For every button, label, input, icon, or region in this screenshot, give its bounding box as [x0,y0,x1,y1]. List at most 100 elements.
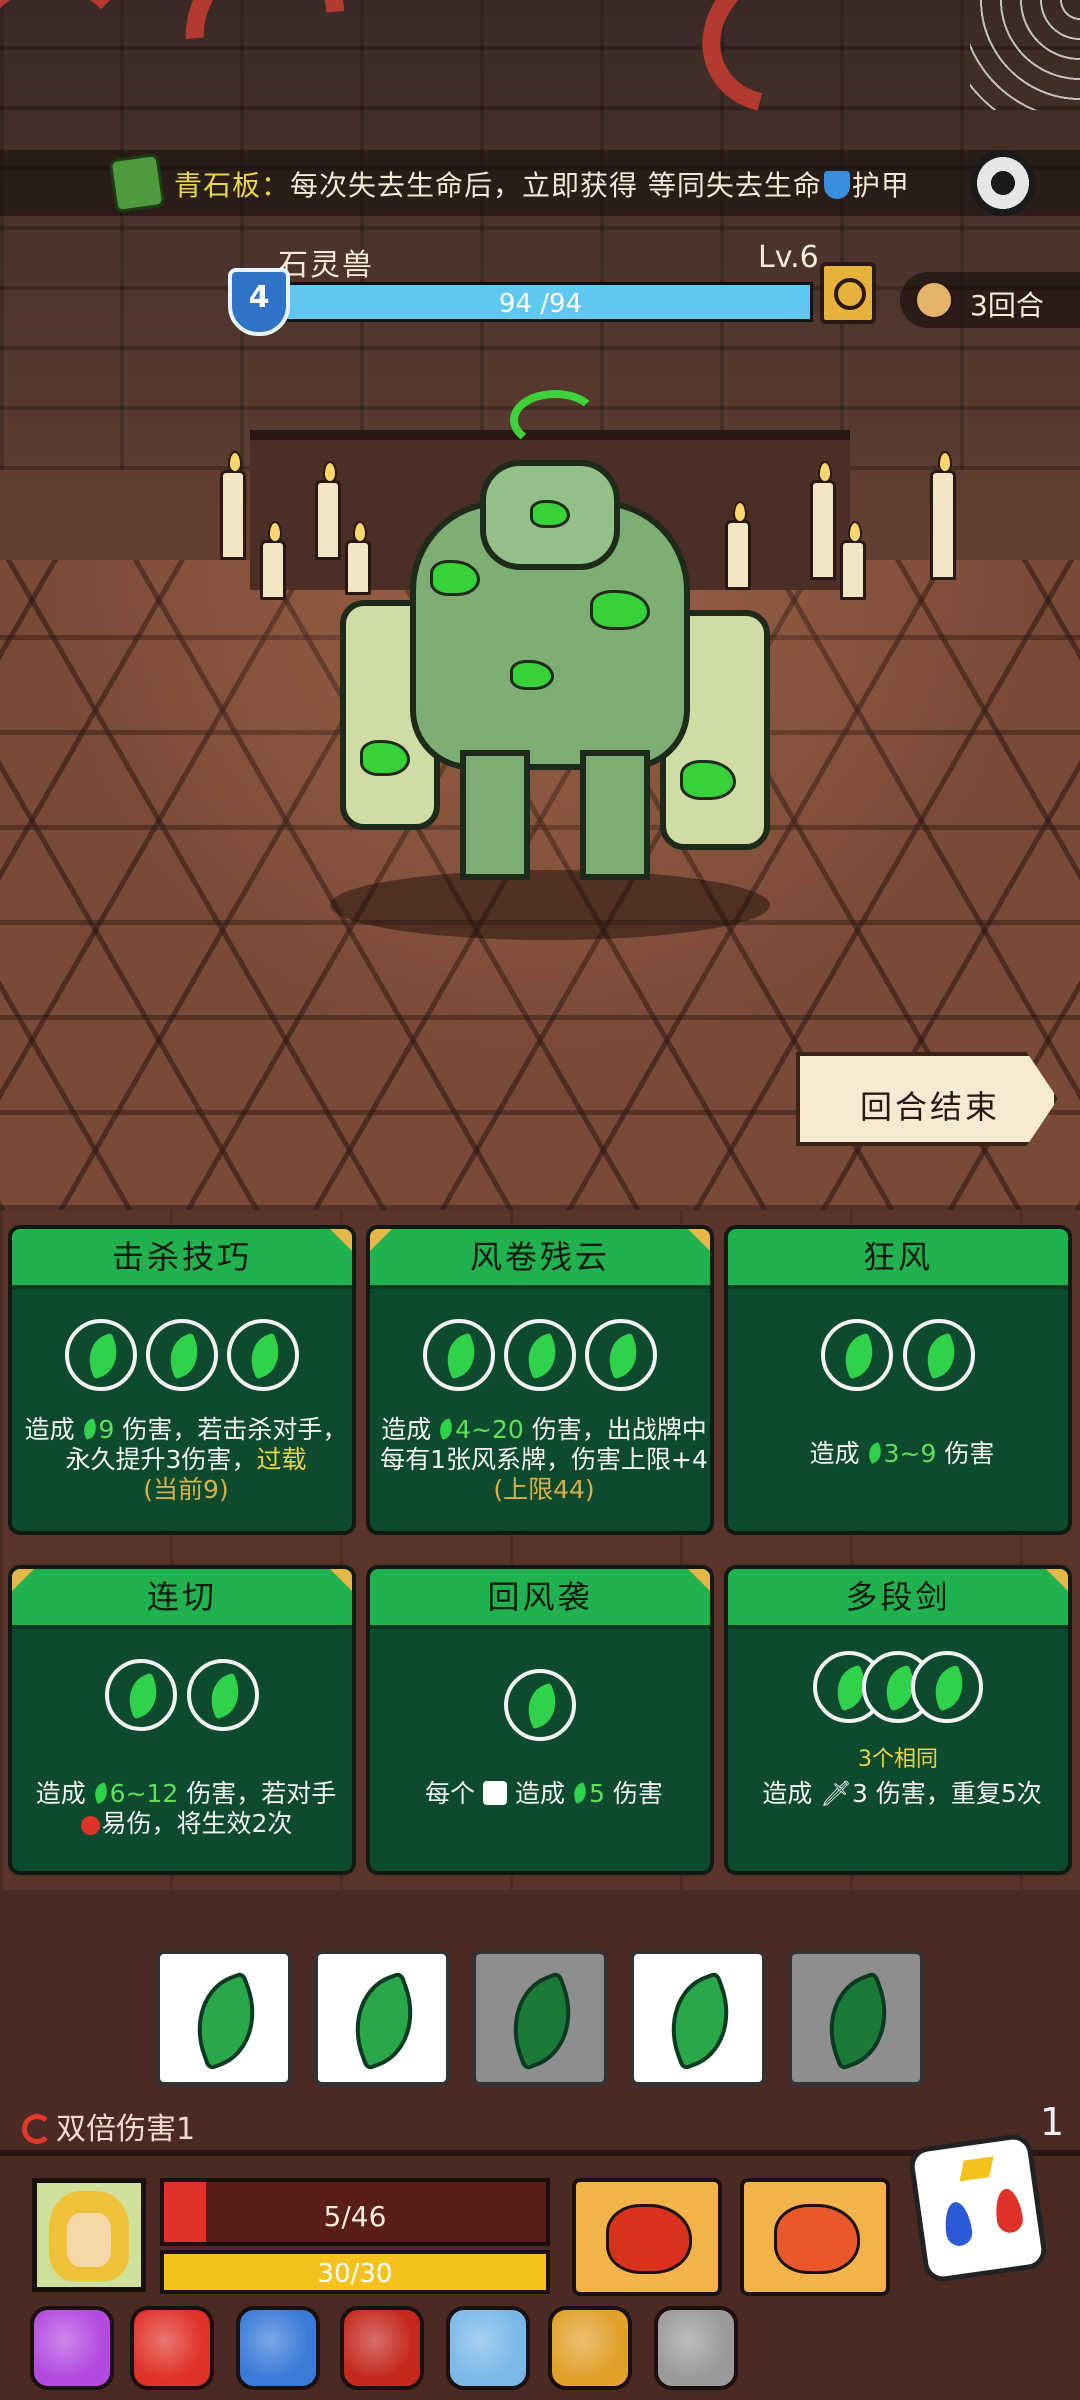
fire-blast-skill-button[interactable] [740,2178,890,2296]
card-header: 击杀技巧 [12,1229,352,1289]
dice-slot[interactable] [504,1669,576,1741]
desc-text: 造成 [809,1439,860,1468]
elemental-dice-icon[interactable] [907,2132,1049,2284]
dice-slot[interactable] [64,1319,137,1391]
enemy-hp-bar: 94 /94 [268,282,813,322]
desc-text: 造成 [24,1415,75,1444]
wind-die-used[interactable] [472,1950,608,2086]
blue-crystal-icon[interactable] [236,2306,320,2390]
relic-info-bar: 青石板：每次失去生命后，立即获得 等同失去生命 护甲 [0,150,1080,216]
wind-leaf-icon [203,1672,247,1720]
golden-pot-icon[interactable] [548,2306,632,2390]
skill-card-returning-wind[interactable]: 回风袭 每个 造成 5 伤害 [366,1565,714,1875]
end-turn-button[interactable]: 回合结束 [796,1052,1058,1146]
wind-leaf-icon [570,1782,590,1804]
dice-slot[interactable] [585,1319,658,1391]
card-header: 多段剑 [728,1569,1068,1629]
fist-skill-button[interactable] [572,2178,722,2296]
wind-leaf-icon [520,1682,564,1730]
dice-slot[interactable] [227,1319,300,1391]
wind-die-icon [483,1781,508,1805]
dice-slot[interactable] [146,1319,218,1391]
candle-icon [930,451,956,580]
wind-leaf-icon [927,1664,971,1712]
green-stone-tablet-icon[interactable] [108,152,166,214]
dice-slots [12,1319,352,1395]
spider-web-decoration [970,0,1080,110]
wind-die-used[interactable] [788,1950,924,2086]
dice-slots [728,1651,1068,1727]
relic-text-after: 护甲 [851,169,910,202]
end-turn-label: 回合结束 [860,1088,1001,1126]
skill-card-whirlwind[interactable]: 风卷残云 造成 4~20 伤害，出战牌中每有1张风系牌，伤害上限+4 (上限44… [366,1225,714,1535]
card-title: 连切 [146,1578,217,1616]
card-note: (上限44) [493,1475,595,1504]
card-title: 多段剑 [845,1578,951,1616]
silver-feather-icon[interactable] [654,2306,738,2390]
candle-icon [220,451,246,560]
ice-claw-icon[interactable] [446,2306,530,2390]
dice-slot[interactable] [902,1319,975,1391]
same-dice-requirement: 3个相同 [858,1747,938,1772]
candle-icon [810,461,836,580]
wind-leaf-icon [338,1970,430,2072]
desc-text: 造成 [35,1779,86,1808]
enemy-hp-text: 94 /94 [498,289,583,319]
skill-card-kill-technique[interactable]: 击杀技巧 造成 9 伤害，若击杀对手，永久提升3伤害，过载 (当前9) [8,1225,356,1535]
keyword-overload: 过载 [256,1445,307,1474]
golem-moss [590,590,650,630]
double-damage-swirl-icon [22,2114,52,2144]
relic-text-before: 每次失去生命后，立即获得 等同失去生命 [290,169,822,202]
fire-dagger-icon[interactable] [130,2306,214,2390]
skill-card-gale[interactable]: 狂风 造成 3~9 伤害 [724,1225,1072,1535]
dice-slots [12,1659,352,1735]
wind-leaf-icon [496,1970,588,2072]
wind-leaf-icon [79,1418,100,1440]
stone-golem-monster[interactable] [330,390,770,940]
card-header: 风卷残云 [370,1229,710,1289]
wind-leaf-icon [436,1418,456,1440]
wind-leaf-icon [162,1332,206,1380]
scroll-turn-icon [914,280,954,320]
purple-potion-icon[interactable] [30,2306,114,2390]
wind-leaf-icon [439,1332,483,1380]
wind-die[interactable] [314,1950,450,2086]
golem-moss [430,560,480,596]
gear-spider-icon[interactable] [970,150,1036,216]
golem-moss [360,740,410,776]
status-label-text: 双倍伤害1 [56,2112,196,2147]
dice-slot[interactable] [911,1651,984,1723]
desc-text: 伤害 [604,1779,663,1808]
skill-card-multi-sword[interactable]: 多段剑 3个相同 造成 🗡3 伤害，重复5次 [724,1565,1072,1875]
wind-leaf-icon [243,1332,287,1380]
magnifier-intent-icon[interactable] [820,262,876,324]
dice-slot[interactable] [821,1319,894,1391]
skill-card-chain-cut[interactable]: 连切 造成 6~12 伤害，若对手 ●易伤，将生效2次 [8,1565,356,1875]
dice-slot[interactable] [186,1659,259,1731]
wind-die[interactable] [630,1950,766,2086]
wind-leaf-icon [864,1442,885,1464]
desc-text: 易伤，将生效2次 [101,1809,293,1838]
enemy-level: Lv.6 [758,240,819,275]
dice-slots [728,1319,1068,1395]
wind-leaf-icon [81,1332,125,1380]
wind-die[interactable] [156,1950,292,2086]
armor-shield-icon [823,171,850,199]
card-description: 造成 3~9 伤害 [736,1439,1068,1469]
desc-text: 3 伤害，重复5次 [851,1779,1042,1808]
hero-portrait-icon[interactable] [32,2178,146,2292]
red-demon-mask-icon[interactable] [340,2306,424,2390]
golem-moss [680,760,736,800]
dice-face-mark [959,2156,994,2182]
player-energy-text: 30/30 [317,2259,393,2289]
golem-moss [510,660,554,690]
wind-leaf-icon [837,1332,881,1380]
fist-skill-icon [606,2204,692,2274]
dice-slot[interactable] [105,1659,178,1731]
player-hp-bar: 5/46 [160,2178,550,2246]
player-energy-bar: 30/30 [160,2250,550,2294]
golem-right-leg [580,750,650,880]
dice-slot[interactable] [422,1319,495,1391]
status-effect[interactable]: 双倍伤害1 [22,2104,195,2148]
dice-slot[interactable] [504,1319,576,1391]
